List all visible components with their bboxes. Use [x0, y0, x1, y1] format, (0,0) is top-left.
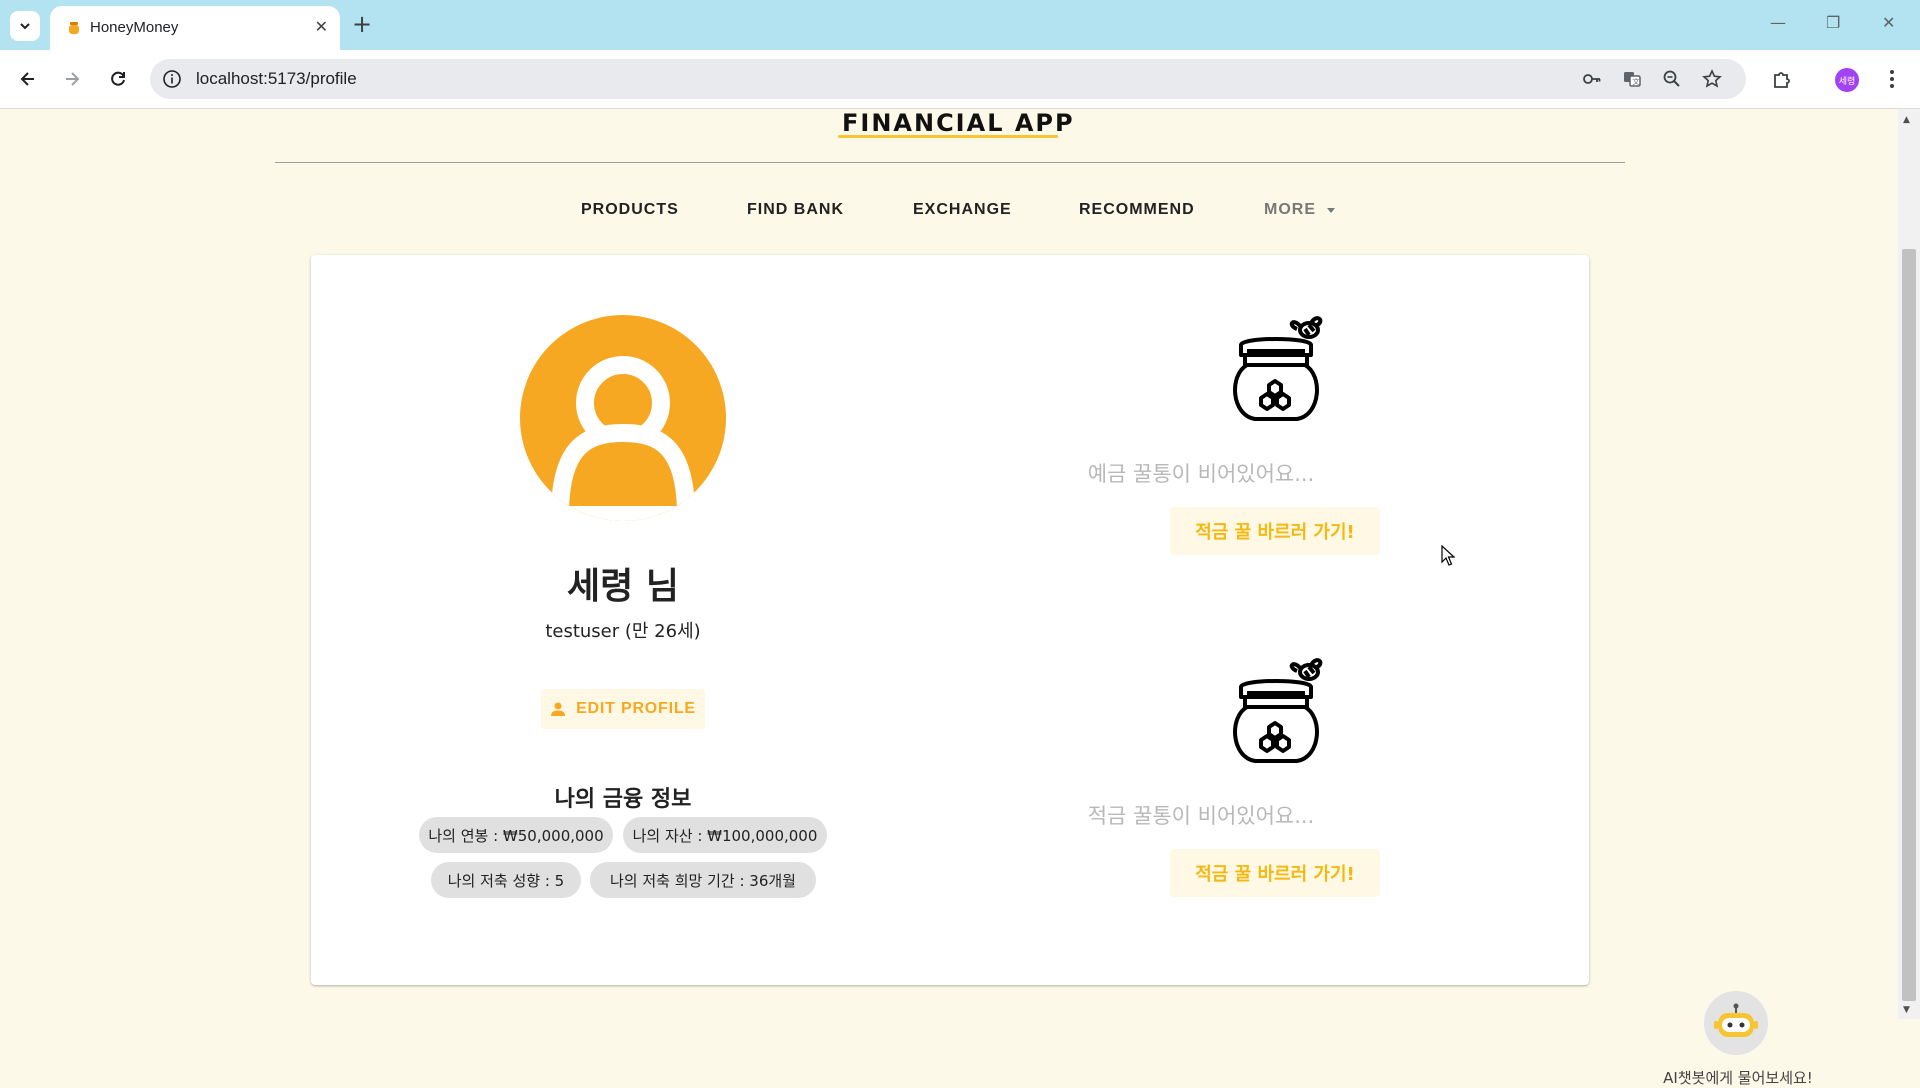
chip-saving-tendency: 나의 저축 성향 : 5: [431, 862, 581, 898]
nav-find-bank[interactable]: FIND BANK: [747, 201, 844, 219]
honey-jar-icon: [1233, 316, 1323, 421]
restore-window-button[interactable]: ❐: [1826, 14, 1840, 32]
extensions-button[interactable]: [1770, 67, 1794, 91]
browser-menu-button[interactable]: [1880, 67, 1904, 91]
new-tab-button[interactable]: +: [352, 12, 372, 36]
savings-empty-text: 적금 꿀통이 비어있어요...: [1087, 804, 1315, 828]
chip-salary: 나의 연봉 : ₩50,000,000: [419, 817, 613, 853]
chatbot-label: AI챗봇에게 물어보세요!: [1663, 1069, 1813, 1087]
address-bar-url[interactable]: localhost:5173/profile: [196, 69, 357, 89]
nav-more[interactable]: MORE: [1264, 201, 1316, 219]
translate-icon[interactable]: 文: [1622, 69, 1642, 89]
robot-icon: [1714, 1003, 1758, 1037]
tab-search-button[interactable]: [10, 11, 40, 41]
nav-exchange[interactable]: EXCHANGE: [913, 201, 1012, 219]
minimize-window-button[interactable]: —: [1770, 14, 1786, 32]
profile-card: 세령 님 testuser (만 26세) EDIT PROFILE 나의 금융…: [311, 255, 1589, 985]
edit-profile-label: EDIT PROFILE: [576, 700, 696, 717]
page-content: FINANCIAL APP PRODUCTS FIND BANK EXCHANG…: [0, 109, 1898, 1087]
chip-assets: 나의 자산 : ₩100,000,000: [623, 817, 827, 853]
arrow-right-icon: [66, 72, 80, 86]
goto-product-button-1[interactable]: 적금 꿀 바르러 가기!: [1170, 507, 1380, 555]
logo-underline: [838, 135, 1058, 138]
key-icon[interactable]: [1582, 69, 1602, 89]
profile-avatar-button[interactable]: 세령: [1835, 68, 1859, 92]
reload-icon: [111, 71, 125, 86]
mouse-cursor-icon: [1441, 545, 1455, 566]
chip-saving-period: 나의 저축 희망 기간 : 36개월: [590, 862, 816, 898]
scrollbar-thumb[interactable]: [1902, 249, 1916, 1001]
app-logo[interactable]: FINANCIAL APP: [842, 109, 1075, 137]
site-info-icon[interactable]: [162, 69, 182, 89]
browser-toolbar: localhost:5173/profile 文: [0, 50, 1920, 109]
finance-info-title: 나의 금융 정보: [554, 787, 692, 812]
reload-button[interactable]: [106, 67, 130, 91]
close-window-button[interactable]: ✕: [1882, 14, 1895, 32]
puzzle-icon: [1774, 72, 1790, 88]
nav-products[interactable]: PRODUCTS: [581, 201, 679, 219]
address-bar[interactable]: localhost:5173/profile 文: [150, 59, 1746, 99]
tab-close-icon[interactable]: ✕: [315, 19, 328, 35]
honey-pot-favicon-icon: [69, 22, 79, 34]
caret-down-icon[interactable]: [1327, 208, 1335, 213]
svg-text:文: 文: [1633, 77, 1640, 86]
edit-profile-button[interactable]: EDIT PROFILE: [541, 689, 705, 729]
user-id-age: testuser (만 26세): [545, 621, 701, 642]
zoom-icon[interactable]: [1662, 69, 1682, 89]
back-button[interactable]: [16, 67, 40, 91]
person-icon: [551, 702, 566, 716]
browser-tab-active[interactable]: HoneyMoney ✕: [50, 6, 340, 50]
tab-title: HoneyMoney: [90, 19, 179, 36]
page-scrollbar[interactable]: ▲ ▼: [1898, 109, 1920, 1019]
chevron-down-icon: [20, 23, 30, 30]
scroll-down-arrow-icon[interactable]: ▼: [1903, 1005, 1910, 1015]
deposit-empty-text: 예금 꿀통이 비어있어요...: [1087, 462, 1315, 486]
scroll-up-arrow-icon[interactable]: ▲: [1903, 115, 1910, 125]
header-divider: [275, 162, 1625, 163]
nav-recommend[interactable]: RECOMMEND: [1079, 201, 1195, 219]
honey-jar-icon: [1233, 658, 1323, 763]
arrow-left-icon: [20, 72, 34, 86]
user-avatar: [520, 315, 726, 521]
more-vert-icon: [1890, 70, 1894, 88]
person-icon: [550, 356, 696, 521]
forward-button[interactable]: [60, 67, 84, 91]
browser-tabstrip: HoneyMoney ✕ + — ❐ ✕: [0, 0, 1920, 50]
bookmark-star-icon[interactable]: [1702, 69, 1722, 89]
user-display-name: 세령 님: [567, 566, 679, 607]
goto-product-button-2[interactable]: 적금 꿀 바르러 가기!: [1170, 849, 1380, 897]
chatbot-button[interactable]: [1704, 991, 1768, 1055]
